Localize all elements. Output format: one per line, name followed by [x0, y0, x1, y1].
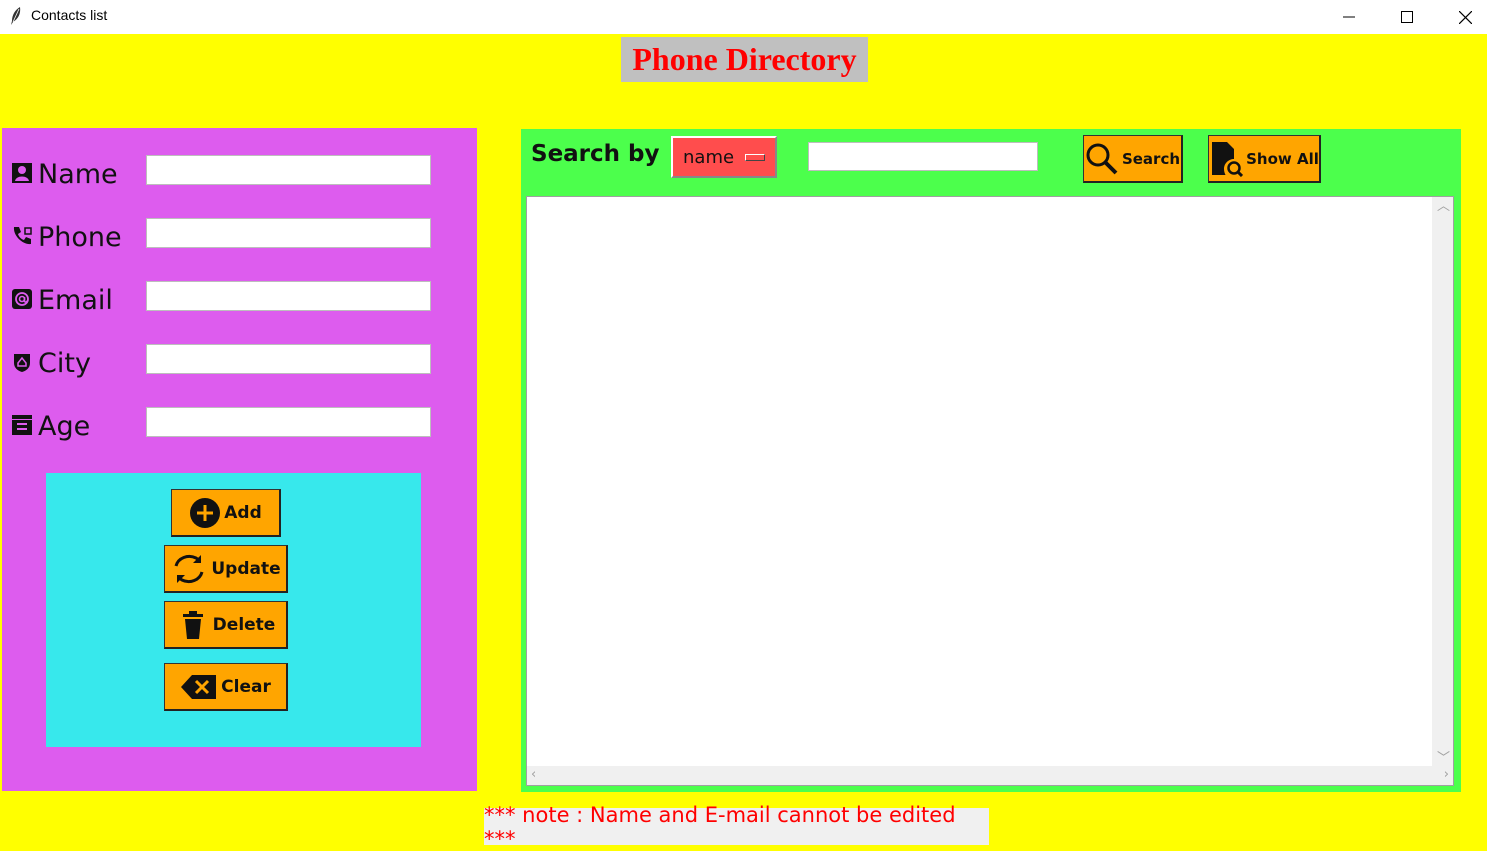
city-row: City: [2, 343, 477, 383]
age-input[interactable]: [146, 407, 431, 437]
phone-icon: [13, 227, 32, 245]
name-row: Name: [2, 154, 477, 194]
page-title: Phone Directory: [621, 37, 868, 82]
scroll-right-icon[interactable]: ›: [1444, 768, 1449, 781]
close-icon: [1458, 10, 1472, 24]
scroll-left-icon[interactable]: ‹: [531, 768, 536, 781]
delete-button[interactable]: Delete: [164, 601, 288, 649]
at-sign-icon: [12, 289, 32, 309]
phone-row: Phone: [2, 217, 477, 257]
action-buttons-panel: Add Update Delete Clear: [46, 473, 421, 747]
name-label: Name: [38, 159, 118, 190]
city-input[interactable]: [146, 344, 431, 374]
backspace-icon: [181, 674, 217, 699]
window-title: Contacts list: [31, 7, 108, 23]
email-row: Email: [2, 280, 477, 320]
email-input[interactable]: [146, 281, 431, 311]
trash-icon: [182, 610, 203, 639]
calendar-icon: [12, 415, 32, 435]
contact-card-icon: [12, 163, 32, 183]
scroll-up-icon[interactable]: ︿: [1437, 200, 1450, 213]
update-button[interactable]: Update: [164, 545, 288, 593]
clear-button[interactable]: Clear: [164, 663, 288, 711]
window-titlebar: Contacts list: [0, 0, 1487, 34]
name-input[interactable]: [146, 155, 431, 185]
email-label: Email: [38, 285, 113, 316]
delete-label: Delete: [212, 614, 276, 635]
magnifier-icon: [1086, 143, 1118, 174]
age-label: Age: [38, 411, 91, 442]
plus-circle-icon: [190, 497, 221, 528]
phone-label: Phone: [38, 222, 122, 253]
search-select-value: name: [683, 146, 735, 168]
update-label: Update: [211, 558, 281, 579]
show-all-label: Show All: [1246, 149, 1319, 168]
add-button[interactable]: Add: [171, 489, 281, 537]
search-field-select[interactable]: name: [671, 136, 777, 178]
city-label: City: [38, 348, 91, 379]
show-all-button[interactable]: Show All: [1208, 135, 1321, 183]
feather-icon: [11, 7, 21, 25]
search-button[interactable]: Search: [1083, 135, 1183, 183]
refresh-icon: [174, 554, 204, 583]
search-by-label: Search by: [531, 141, 660, 167]
search-button-label: Search: [1121, 149, 1181, 168]
close-button[interactable]: [1436, 0, 1487, 34]
maximize-button[interactable]: [1378, 0, 1436, 34]
contact-form-panel: Name Phone Email City Age Add Update Del…: [2, 128, 477, 791]
document-search-icon: [1212, 141, 1244, 177]
minimize-button[interactable]: [1320, 0, 1378, 34]
edit-restriction-note: *** note : Name and E-mail cannot be edi…: [484, 803, 989, 851]
add-label: Add: [224, 502, 262, 523]
search-input[interactable]: [808, 142, 1038, 171]
horizontal-scrollbar[interactable]: ‹ ›: [527, 766, 1453, 785]
scroll-down-icon[interactable]: ﹀: [1437, 752, 1450, 765]
vertical-scrollbar[interactable]: ︿ ﹀: [1432, 197, 1453, 767]
search-results-panel: Search by name Search Show All ︿ ﹀ ‹ ›: [521, 129, 1461, 792]
city-badge-icon: [14, 354, 30, 372]
dropdown-indicator-icon: [745, 154, 765, 161]
contacts-listbox[interactable]: ︿ ﹀ ‹ ›: [526, 196, 1454, 786]
clear-label: Clear: [221, 676, 271, 697]
minimize-icon: [1343, 16, 1355, 18]
phone-input[interactable]: [146, 218, 431, 248]
maximize-icon: [1401, 11, 1413, 23]
age-row: Age: [2, 406, 477, 446]
